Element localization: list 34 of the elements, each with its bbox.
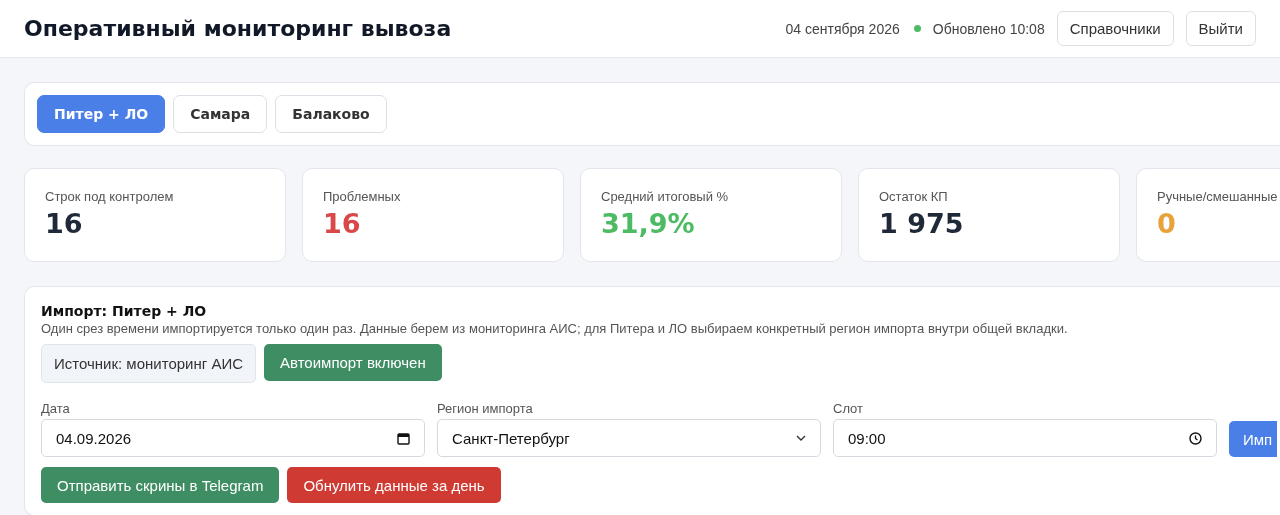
date-field[interactable]: 04.09.2026 [41, 419, 425, 457]
autoimport-toggle[interactable]: Автоимпорт включен [264, 344, 442, 381]
field-label: Регион импорта [437, 401, 534, 416]
stat-value: 1 975 [879, 208, 965, 239]
stat-value: 16 [45, 208, 84, 239]
clock-icon [1189, 431, 1202, 445]
stat-value: 31,9% [601, 208, 696, 239]
action-button[interactable]: Обнулить данные за день [287, 467, 501, 503]
stat-label: Средний итоговый % [601, 189, 730, 204]
field-label: Дата [41, 401, 71, 416]
current-date: 04 сентября 2026 [785, 20, 900, 37]
region-select[interactable]: Санкт-Петербург [437, 419, 821, 457]
import-button[interactable]: Имп [1229, 421, 1277, 457]
stat-value: 0 [1157, 208, 1177, 239]
stat-label: Строк под контролем [45, 189, 175, 204]
import-description: Один срез времени импортируется только один раз. Данные берем из мониторинга АИС; для Питера и ЛО выбираем конкретный регион импорта внутри общей вкладки. [41, 321, 1069, 336]
calendar-icon [397, 431, 410, 445]
stat-label: Проблемных [323, 189, 402, 204]
field-label: Слот [833, 401, 865, 416]
page-title: Оперативный мониторинг вывоза [24, 16, 452, 41]
time-field[interactable]: 09:00 [833, 419, 1217, 457]
stat-label: Остаток КП [879, 189, 949, 204]
header-button[interactable]: Справочники [1056, 11, 1174, 46]
header-button[interactable]: Выйти [1185, 11, 1256, 46]
source-badge: Источник: мониторинг АИС [41, 344, 256, 383]
stat-value: 16 [323, 208, 362, 239]
update-status: Обновлено 10:08 [932, 20, 1045, 37]
stat-label: Ручные/смешанные [1157, 189, 1279, 204]
region-tab[interactable]: Самара [173, 95, 268, 133]
region-tab[interactable]: Питер + ЛО [37, 95, 166, 133]
region-tab[interactable]: Балаково [275, 95, 387, 133]
import-title: Импорт: Питер + ЛО [41, 303, 208, 319]
action-button[interactable]: Отправить скрины в Telegram [41, 467, 280, 503]
chevron-down-icon [796, 434, 806, 442]
